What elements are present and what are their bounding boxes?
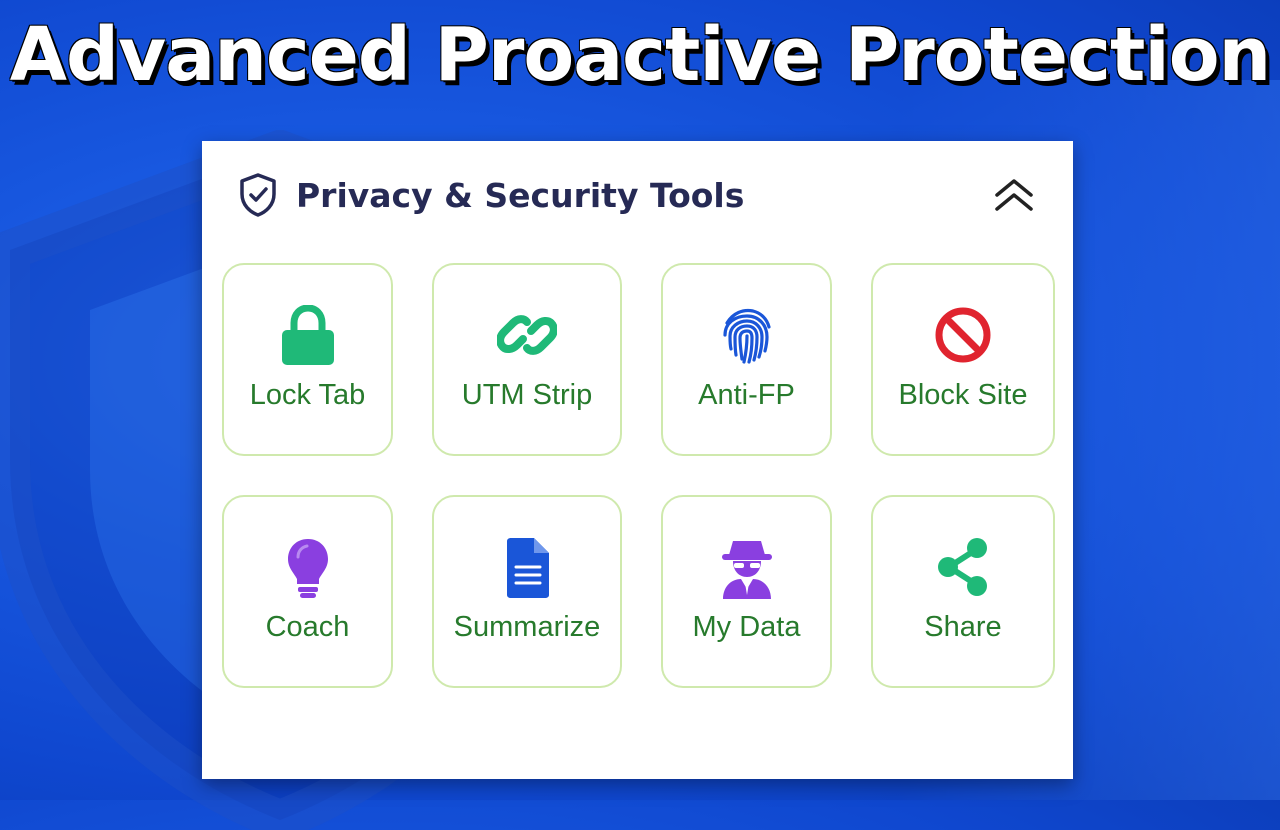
tool-label: Block Site [898, 379, 1028, 411]
share-icon [873, 537, 1053, 599]
link-icon [434, 305, 620, 367]
spy-icon [663, 537, 830, 599]
privacy-tools-panel: Privacy & Security Tools Lock Tab UTM St… [202, 141, 1073, 779]
tool-utm-strip[interactable]: UTM Strip [432, 263, 622, 456]
tool-my-data[interactable]: My Data [661, 495, 832, 688]
tool-anti-fp[interactable]: Anti-FP [661, 263, 832, 456]
tool-share[interactable]: Share [871, 495, 1055, 688]
headline: Advanced Proactive Protection [9, 12, 1271, 98]
tool-label: Summarize [453, 611, 601, 643]
panel-title: Privacy & Security Tools [296, 175, 745, 215]
chevron-double-up-icon [995, 179, 1033, 211]
shield-check-icon [238, 171, 278, 219]
tool-label: Share [924, 611, 1002, 643]
tool-coach[interactable]: Coach [222, 495, 393, 688]
tool-label: Lock Tab [249, 379, 366, 411]
fingerprint-icon [663, 305, 830, 367]
tool-summarize[interactable]: Summarize [432, 495, 622, 688]
collapse-button[interactable] [991, 173, 1037, 215]
tool-label: UTM Strip [461, 379, 593, 411]
tool-label: Coach [265, 611, 350, 643]
lightbulb-icon [224, 537, 391, 599]
document-icon [434, 537, 620, 599]
block-icon [873, 305, 1053, 367]
tool-label: Anti-FP [698, 379, 795, 411]
lock-icon [224, 305, 391, 367]
tool-block-site[interactable]: Block Site [871, 263, 1055, 456]
tool-label: My Data [692, 611, 801, 643]
tool-lock-tab[interactable]: Lock Tab [222, 263, 393, 456]
panel-header: Privacy & Security Tools [238, 169, 744, 221]
